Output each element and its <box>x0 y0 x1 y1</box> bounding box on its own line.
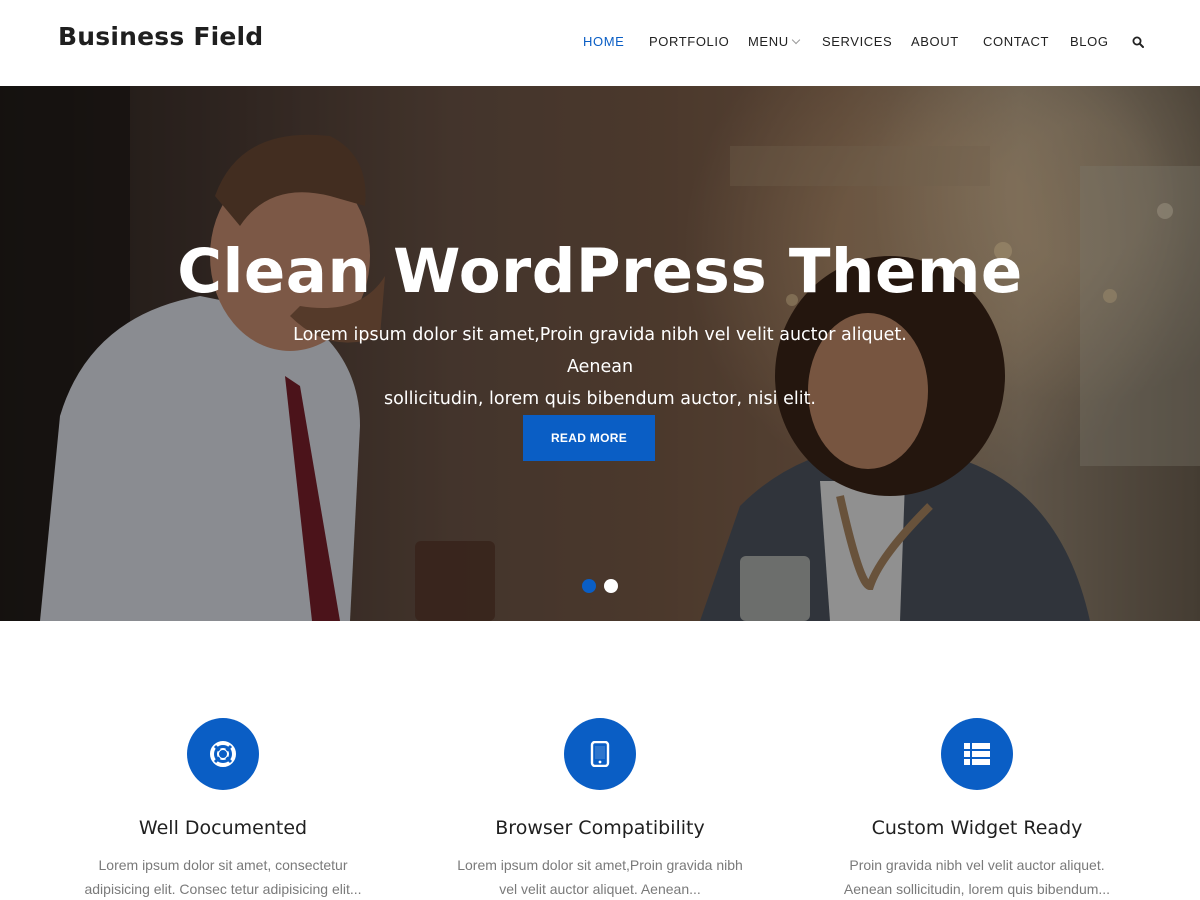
hero-slider: Clean WordPress Theme Lorem ipsum dolor … <box>0 86 1200 621</box>
feature-description-line-1: Lorem ipsum dolor sit amet, consectetur <box>98 857 348 873</box>
list-icon <box>964 743 990 765</box>
nav-item-home[interactable]: HOME <box>583 34 624 49</box>
tablet-icon <box>590 741 610 767</box>
feature-title: Well Documented <box>138 817 308 839</box>
feature-title: Custom Widget Ready <box>871 817 1083 839</box>
feature-icon-circle <box>187 718 259 790</box>
feature-icon-circle <box>564 718 636 790</box>
search-icon[interactable] <box>1132 36 1144 48</box>
hero-title: Clean WordPress Theme <box>177 236 1023 307</box>
feature-description-line-1: Lorem ipsum dolor sit amet,Proin gravida… <box>457 857 743 873</box>
nav-item-services[interactable]: SERVICES <box>822 34 892 49</box>
hero-subtitle-line-1: Lorem ipsum dolor sit amet,Proin gravida… <box>293 325 907 377</box>
hero-subtitle: Lorem ipsum dolor sit amet,Proin gravida… <box>270 319 930 415</box>
feature-description-line-2: Aenean sollicitudin, lorem quis bibendum… <box>843 881 1111 897</box>
feature-icon-circle <box>941 718 1013 790</box>
feature-description-line-2: vel velit auctor aliquet. Aenean... <box>499 881 701 897</box>
nav-item-about[interactable]: ABOUT <box>911 34 959 49</box>
nav-item-blog[interactable]: BLOG <box>1070 34 1109 49</box>
slider-dot-2[interactable] <box>604 579 618 593</box>
site-logo-text[interactable]: Business Field <box>58 22 263 51</box>
feature-description: Lorem ipsum dolor sit amet,Proin gravida… <box>420 853 780 900</box>
nav-item-menu[interactable]: MENU <box>748 34 789 49</box>
read-more-button[interactable]: READ MORE <box>523 415 655 461</box>
nav-item-contact[interactable]: CONTACT <box>983 34 1049 49</box>
lifebuoy-icon <box>210 741 236 767</box>
feature-description: Lorem ipsum dolor sit amet, consectetur … <box>43 853 403 900</box>
feature-title: Browser Compatibility <box>495 817 705 839</box>
site-header: Business Field HOME PORTFOLIO MENU SERVI… <box>0 0 1200 86</box>
feature-description: Proin gravida nibh vel velit auctor aliq… <box>797 853 1157 900</box>
chevron-down-icon <box>791 35 801 45</box>
slider-dot-1[interactable] <box>582 579 596 593</box>
features-section: Well Documented Lorem ipsum dolor sit am… <box>0 621 1200 900</box>
feature-description-line-1: Proin gravida nibh vel velit auctor aliq… <box>849 857 1105 873</box>
feature-description-line-2: adipisicing elit. Consec tetur adipisici… <box>84 881 362 897</box>
nav-item-portfolio[interactable]: PORTFOLIO <box>649 34 729 49</box>
hero-subtitle-line-2: sollicitudin, lorem quis bibendum auctor… <box>383 389 816 409</box>
